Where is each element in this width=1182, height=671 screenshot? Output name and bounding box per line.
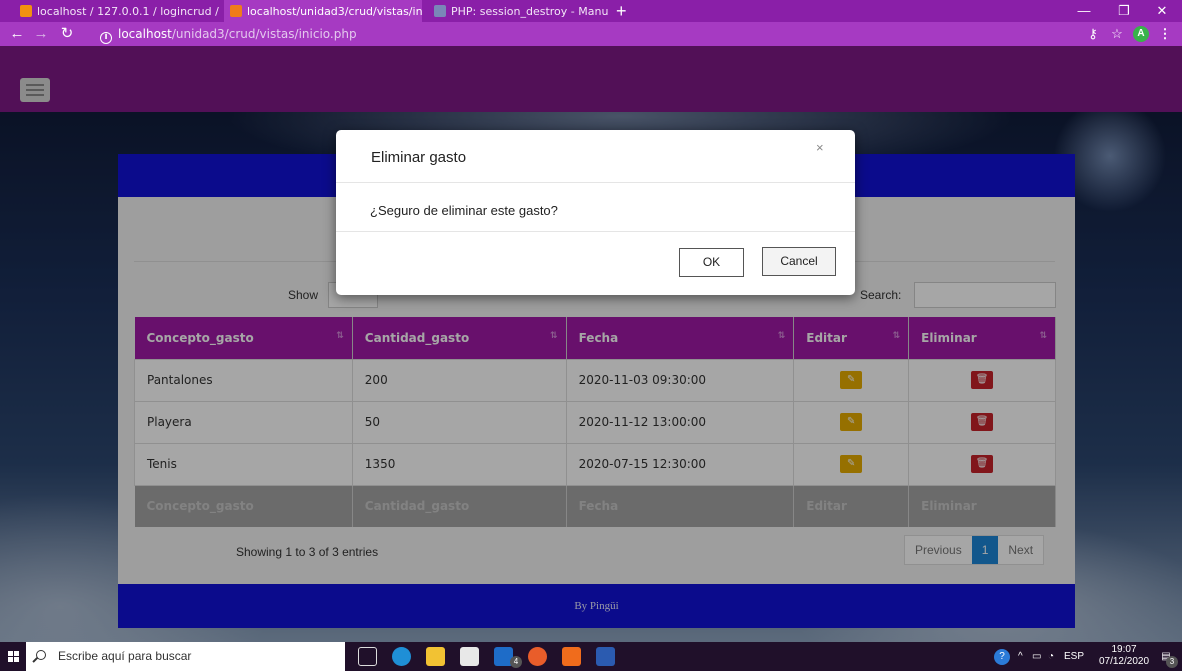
clock-time: 19:07 bbox=[1111, 644, 1137, 655]
url-field[interactable]: i localhost/unidad3/crud/vistas/inicio.ph… bbox=[100, 26, 357, 44]
battery-icon[interactable]: ▭ bbox=[1032, 642, 1041, 671]
xampp-icon bbox=[230, 5, 242, 17]
wifi-icon[interactable]: ◔ bbox=[1048, 642, 1054, 671]
phpmyadmin-icon bbox=[20, 5, 32, 17]
chrome-icon[interactable] bbox=[528, 647, 547, 666]
help-icon[interactable]: ? bbox=[994, 649, 1010, 665]
info-icon[interactable]: i bbox=[100, 32, 112, 44]
new-tab-button[interactable]: + bbox=[616, 0, 627, 22]
delete-confirm-dialog: Eliminar gasto × ¿Seguro de eliminar est… bbox=[336, 130, 855, 295]
taskbar-search[interactable]: Escribe aquí para buscar bbox=[26, 642, 345, 671]
search-icon bbox=[36, 650, 46, 660]
ok-button[interactable]: OK bbox=[679, 248, 744, 277]
address-bar: ← → ↻ i localhost/unidad3/crud/vistas/ini… bbox=[0, 22, 1182, 46]
close-window-icon[interactable]: ✕ bbox=[1142, 0, 1182, 22]
cancel-button[interactable]: Cancel bbox=[762, 247, 836, 276]
sublime-icon[interactable] bbox=[562, 647, 581, 666]
edge-icon[interactable] bbox=[392, 647, 411, 666]
close-tab-icon[interactable]: × bbox=[219, 5, 222, 18]
search-placeholder: Escribe aquí para buscar bbox=[58, 649, 192, 663]
star-icon[interactable]: ☆ bbox=[1108, 22, 1126, 46]
php-icon bbox=[434, 5, 446, 17]
key-icon[interactable]: ⚷ bbox=[1084, 22, 1102, 46]
file-explorer-icon[interactable] bbox=[426, 647, 445, 666]
clock[interactable]: 19:07 07/12/2020 bbox=[1098, 644, 1150, 668]
forward-icon[interactable]: → bbox=[30, 22, 52, 46]
maximize-icon[interactable]: ❐ bbox=[1104, 0, 1144, 22]
notification-badge: 3 bbox=[1166, 656, 1178, 668]
tab-inicio[interactable]: localhost/unidad3/crud/vistas/in × bbox=[224, 0, 422, 22]
reload-icon[interactable]: ↻ bbox=[56, 22, 78, 46]
divider bbox=[336, 182, 855, 183]
store-icon[interactable] bbox=[460, 647, 479, 666]
page-viewport: Show Search: Concepto_gasto ⇅ Cantidad_ga… bbox=[0, 46, 1182, 642]
tab-label: localhost / 127.0.0.1 / logincrud / bbox=[37, 4, 219, 18]
language-indicator[interactable]: ESP bbox=[1064, 642, 1084, 671]
menu-icon[interactable]: ⋮ bbox=[1158, 22, 1172, 46]
mail-badge: 4 bbox=[510, 656, 522, 668]
windows-start-icon[interactable] bbox=[0, 642, 26, 671]
tab-php-manual[interactable]: PHP: session_destroy - Manual × bbox=[428, 0, 608, 22]
dialog-title: Eliminar gasto bbox=[371, 149, 467, 166]
tab-label: PHP: session_destroy - Manual bbox=[451, 4, 608, 18]
minimize-icon[interactable]: — bbox=[1064, 0, 1104, 22]
close-icon[interactable]: × bbox=[816, 140, 824, 155]
tab-label: localhost/unidad3/crud/vistas/in bbox=[247, 4, 422, 18]
word-icon[interactable] bbox=[596, 647, 615, 666]
taskbar: Escribe aquí para buscar 4 ? ^ ▭ ◔ ESP 1… bbox=[0, 642, 1182, 671]
task-view-icon[interactable] bbox=[358, 647, 377, 666]
profile-avatar[interactable]: A bbox=[1133, 26, 1149, 42]
url-path: /unidad3/crud/vistas/inicio.php bbox=[171, 27, 357, 41]
tab-phpmyadmin[interactable]: localhost / 127.0.0.1 / logincrud / × bbox=[14, 0, 222, 22]
divider bbox=[336, 231, 855, 232]
url-host: localhost bbox=[118, 27, 172, 41]
chevron-up-icon[interactable]: ^ bbox=[1018, 642, 1023, 671]
dialog-message: ¿Seguro de eliminar este gasto? bbox=[370, 203, 558, 218]
back-icon[interactable]: ← bbox=[6, 22, 28, 46]
clock-date: 07/12/2020 bbox=[1098, 656, 1150, 667]
browser-tab-bar: localhost / 127.0.0.1 / logincrud / × lo… bbox=[0, 0, 1182, 22]
